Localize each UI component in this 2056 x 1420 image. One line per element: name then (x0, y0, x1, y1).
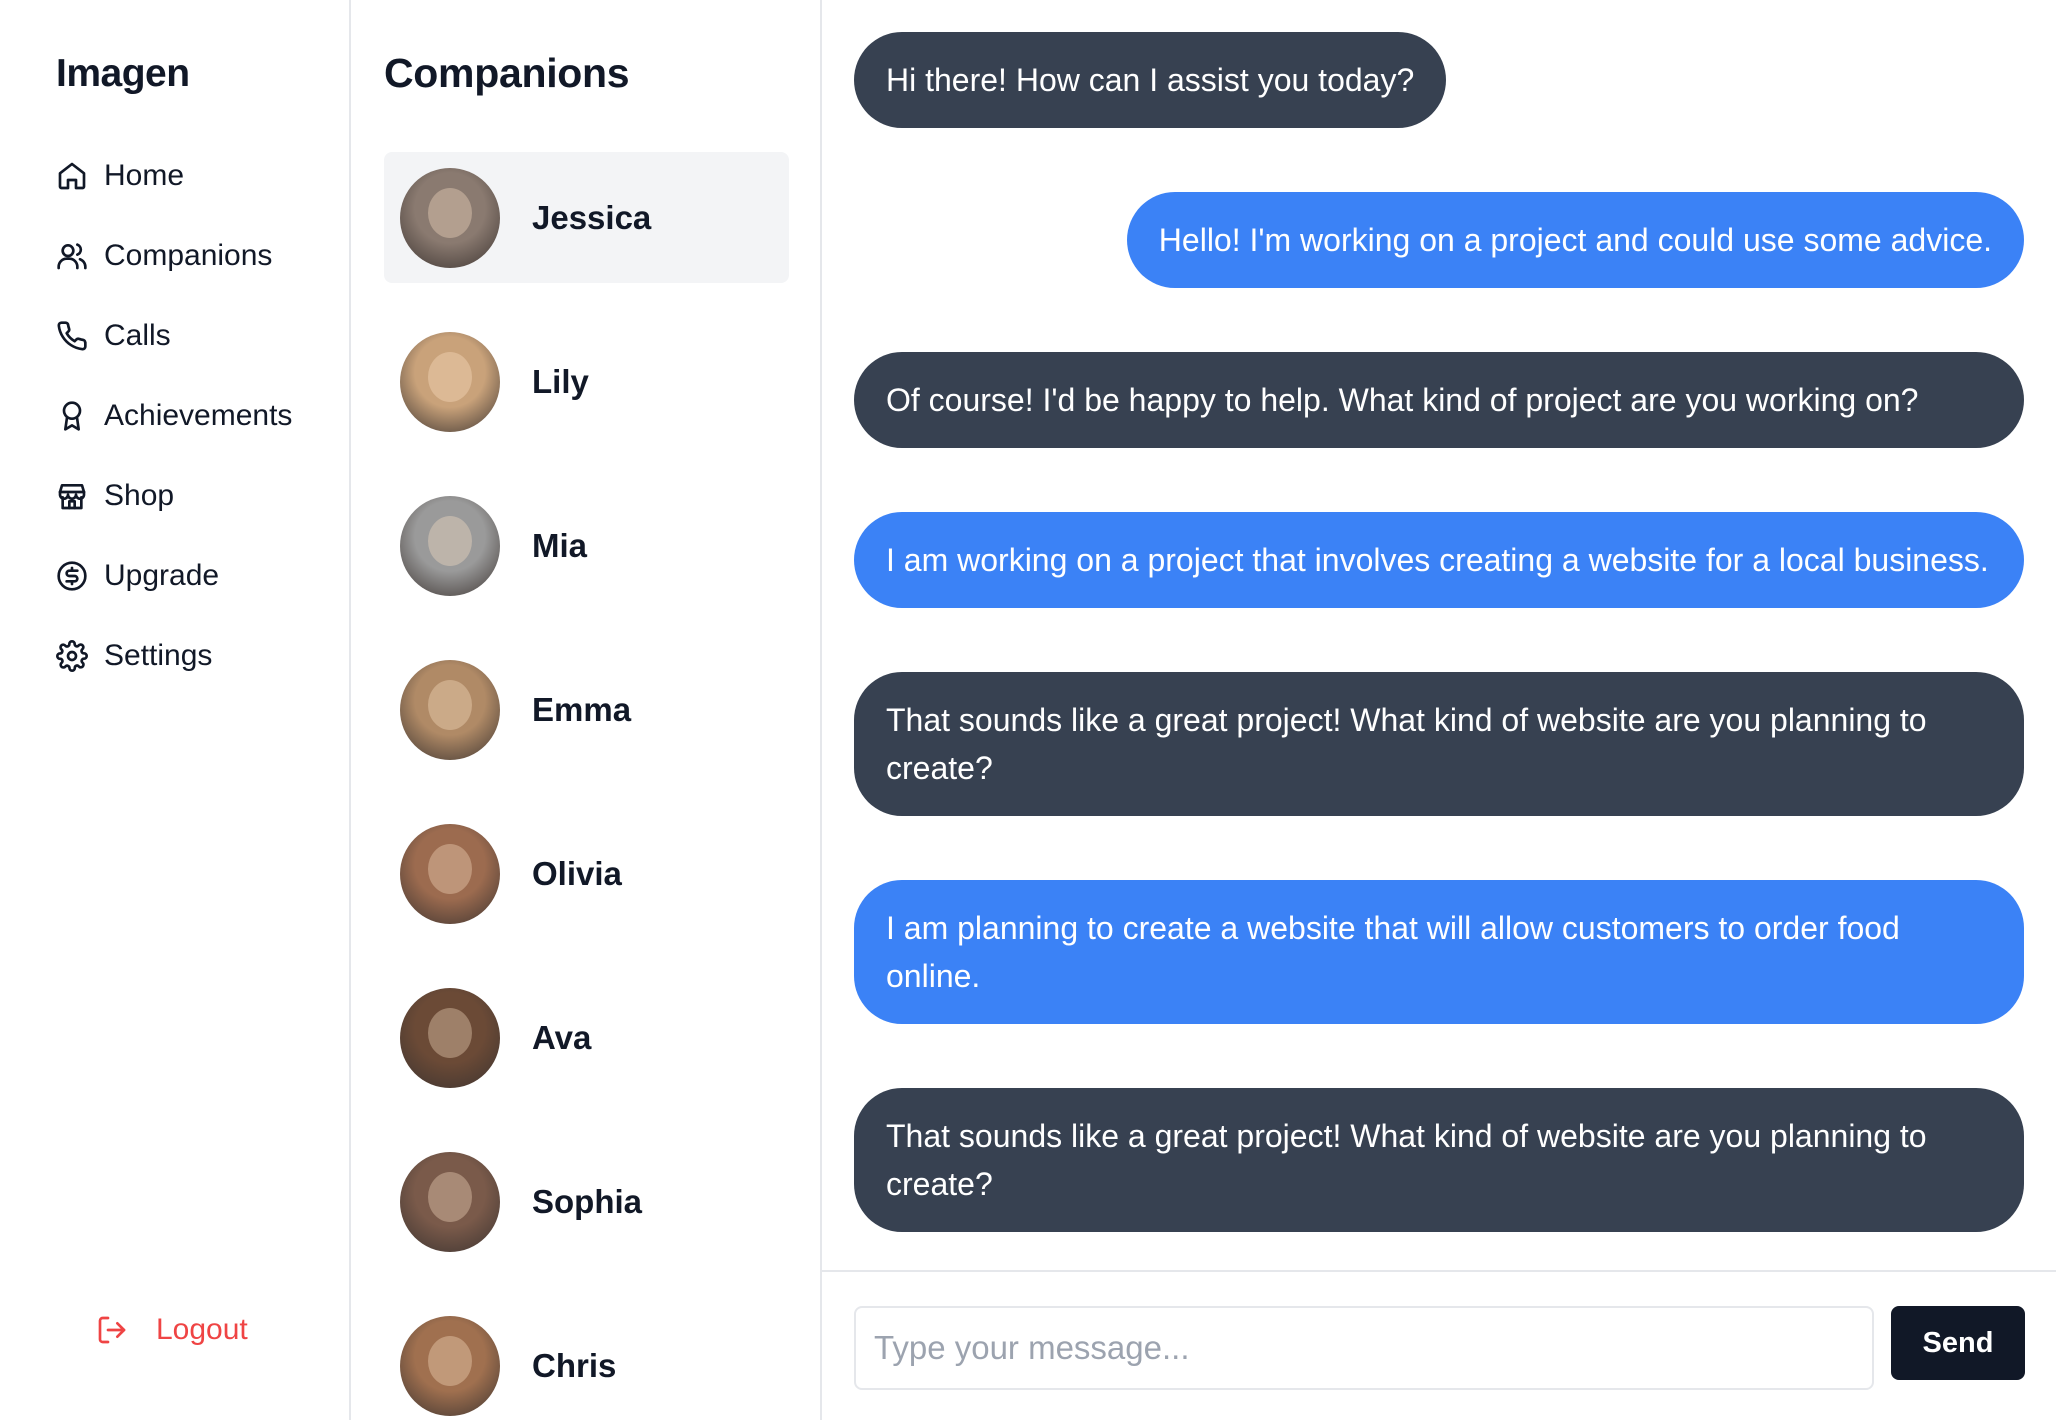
companion-name: Chris (532, 1346, 617, 1384)
user-message: I am working on a project that involves … (854, 512, 2024, 608)
nav-list: Home Companions Calls Achievements Shop … (56, 136, 292, 696)
avatar (400, 987, 500, 1088)
nav-item-shop[interactable]: Shop (56, 456, 292, 536)
chat-panel: Hi there! How can I assist you today? He… (822, 0, 2056, 1420)
nav-item-label: Achievements (104, 399, 293, 432)
message-list[interactable]: Hi there! How can I assist you today? He… (854, 32, 2024, 1270)
avatar (400, 659, 500, 760)
users-icon (56, 240, 88, 272)
companion-item-jessica[interactable]: Jessica (384, 152, 789, 283)
award-icon (56, 400, 88, 432)
nav-item-home[interactable]: Home (56, 136, 292, 216)
companion-item-mia[interactable]: Mia (384, 480, 789, 611)
dollar-circle-icon (56, 560, 88, 592)
companion-list: Jessica Lily Mia Emma Olivia Ava Sophia … (384, 152, 789, 1420)
logout-button[interactable]: Logout (96, 1313, 248, 1347)
avatar (400, 823, 500, 924)
avatar (400, 1315, 500, 1416)
companion-item-chris[interactable]: Chris (384, 1300, 789, 1420)
bot-message: Of course! I'd be happy to help. What ki… (854, 352, 2024, 448)
companions-title: Companions (384, 50, 630, 96)
companion-item-olivia[interactable]: Olivia (384, 808, 789, 939)
store-icon (56, 480, 88, 512)
app-root: Imagen Home Companions Calls Achievement… (0, 0, 2056, 1420)
avatar (400, 495, 500, 596)
nav-item-label: Shop (104, 479, 175, 512)
message-row: I am planning to create a website that w… (854, 880, 2024, 1024)
companion-name: Emma (532, 690, 632, 728)
bot-message: That sounds like a great project! What k… (854, 1088, 2024, 1232)
logout-label: Logout (156, 1313, 248, 1346)
nav-item-calls[interactable]: Calls (56, 296, 292, 376)
user-message: Hello! I'm working on a project and coul… (1126, 192, 2024, 288)
companion-item-sophia[interactable]: Sophia (384, 1136, 789, 1267)
bot-message: Hi there! How can I assist you today? (854, 32, 1447, 128)
nav-item-label: Calls (104, 319, 171, 352)
companion-name: Mia (532, 526, 588, 564)
companion-name: Ava (532, 1018, 592, 1056)
gear-icon (56, 640, 88, 672)
nav-item-label: Settings (104, 639, 213, 672)
nav-item-label: Home (104, 159, 185, 192)
companion-item-ava[interactable]: Ava (384, 972, 789, 1103)
avatar (400, 1151, 500, 1252)
message-composer: Send (822, 1270, 2056, 1420)
send-button[interactable]: Send (1891, 1306, 2025, 1380)
message-row: Hi there! How can I assist you today? (854, 32, 2024, 128)
message-row: Of course! I'd be happy to help. What ki… (854, 352, 2024, 448)
logout-icon (96, 1314, 128, 1346)
companions-panel: Companions Jessica Lily Mia Emma Olivia (351, 0, 822, 1420)
message-row: That sounds like a great project! What k… (854, 672, 2024, 816)
user-message: I am planning to create a website that w… (854, 880, 2024, 1024)
nav-item-settings[interactable]: Settings (56, 616, 292, 696)
phone-icon (56, 320, 88, 352)
bot-message: That sounds like a great project! What k… (854, 672, 2024, 816)
avatar (400, 167, 500, 268)
brand-title: Imagen (56, 52, 190, 95)
message-input[interactable] (854, 1306, 1874, 1390)
companion-name: Jessica (532, 198, 652, 236)
home-icon (56, 160, 88, 192)
message-row: That sounds like a great project! What k… (854, 1088, 2024, 1232)
companion-name: Sophia (532, 1182, 643, 1220)
nav-item-label: Upgrade (104, 559, 220, 592)
message-row: Hello! I'm working on a project and coul… (854, 192, 2024, 288)
companion-item-emma[interactable]: Emma (384, 644, 789, 775)
companion-name: Lily (532, 362, 589, 400)
nav-item-achievements[interactable]: Achievements (56, 376, 292, 456)
message-row: I am working on a project that involves … (854, 512, 2024, 608)
avatar (400, 331, 500, 432)
companion-name: Olivia (532, 854, 622, 892)
nav-item-label: Companions (104, 239, 273, 272)
nav-item-upgrade[interactable]: Upgrade (56, 536, 292, 616)
companion-item-lily[interactable]: Lily (384, 316, 789, 447)
sidebar: Imagen Home Companions Calls Achievement… (0, 0, 351, 1420)
nav-item-companions[interactable]: Companions (56, 216, 292, 296)
